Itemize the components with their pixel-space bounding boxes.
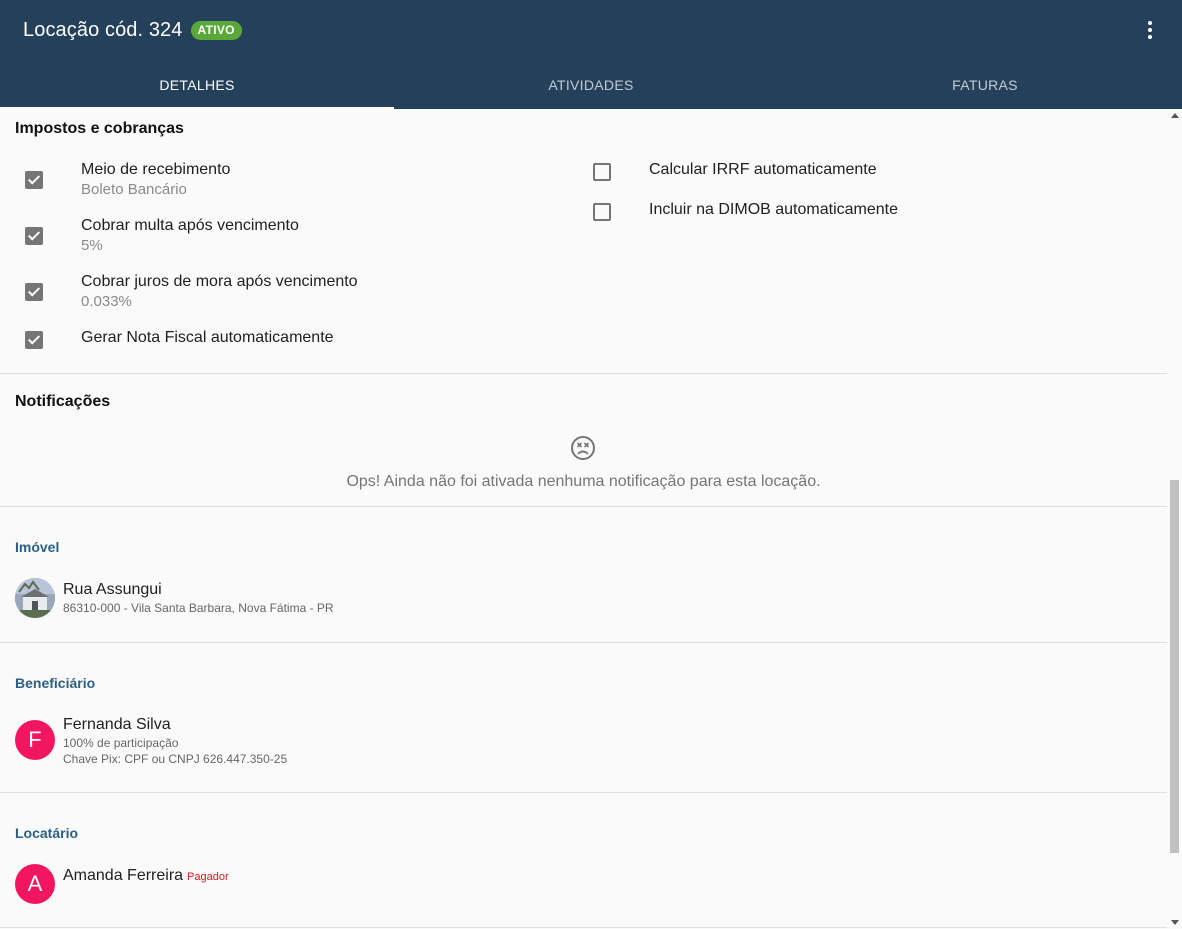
beneficiary-avatar[interactable]: F — [15, 720, 55, 760]
scroll-down-icon[interactable] — [1171, 920, 1179, 925]
multa-value: 5% — [81, 237, 103, 254]
tab-atividades[interactable]: ATIVIDADES — [394, 60, 788, 109]
more-vert-icon[interactable] — [1136, 16, 1164, 44]
tab-faturas[interactable]: FATURAS — [788, 60, 1182, 109]
status-badge: ATIVO — [190, 20, 242, 40]
property-name[interactable]: Rua Assungui — [63, 581, 162, 599]
juros-label: Cobrar juros de mora após vencimento — [81, 273, 358, 290]
property-photo[interactable] — [15, 578, 55, 618]
notifications-section-title: Notificações — [15, 393, 111, 410]
taxes-section-title: Impostos e cobranças — [15, 120, 184, 137]
divider — [0, 792, 1167, 793]
checkbox-multa[interactable] — [25, 227, 43, 245]
beneficiary-participation: 100% de participação — [63, 736, 179, 750]
property-photo-image — [15, 578, 55, 618]
divider — [0, 642, 1167, 643]
vertical-scrollbar[interactable] — [1167, 109, 1182, 929]
irrf-label: Calcular IRRF automaticamente — [649, 161, 877, 178]
tenant-avatar[interactable]: A — [15, 864, 55, 904]
title-row: Locação cód. 324 ATIVO — [23, 16, 242, 44]
meio-recebimento-value: Boleto Bancário — [81, 181, 187, 198]
app-bar: Locação cód. 324 ATIVO DETALHES ATIVIDAD… — [0, 0, 1182, 109]
tenant-section-title: Locatário — [15, 825, 79, 841]
checkbox-irrf[interactable] — [593, 163, 611, 181]
beneficiary-name[interactable]: Fernanda Silva — [63, 716, 171, 734]
menu-dot — [1148, 21, 1152, 25]
empty-notifications-message: Ops! Ainda não foi ativada nenhuma notif… — [346, 473, 821, 490]
nota-fiscal-label: Gerar Nota Fiscal automaticamente — [81, 329, 334, 346]
scroll-thumb[interactable] — [1170, 480, 1179, 853]
property-section-title: Imóvel — [15, 539, 60, 555]
property-address: 86310-000 - Vila Santa Barbara, Nova Fát… — [63, 601, 334, 615]
meio-recebimento-label: Meio de recebimento — [81, 161, 231, 178]
menu-dot — [1148, 35, 1152, 39]
tenant-name[interactable]: Amanda Ferreira — [63, 867, 183, 884]
checkbox-juros[interactable] — [25, 283, 43, 301]
beneficiary-section-title: Beneficiário — [15, 675, 96, 691]
tenant-name-row: Amanda Ferreira Pagador — [63, 867, 229, 885]
dimob-label: Incluir na DIMOB automaticamente — [649, 201, 898, 218]
tab-detalhes[interactable]: DETALHES — [0, 60, 394, 109]
multa-label: Cobrar multa após vencimento — [81, 217, 299, 234]
divider — [0, 927, 1167, 928]
checkbox-meio-recebimento[interactable] — [25, 171, 43, 189]
checkbox-nota-fiscal[interactable] — [25, 331, 43, 349]
checkbox-dimob[interactable] — [593, 203, 611, 221]
menu-dot — [1148, 28, 1152, 32]
tab-bar: DETALHES ATIVIDADES FATURAS — [0, 60, 1182, 109]
scroll-up-icon[interactable] — [1171, 113, 1179, 118]
pagador-tag: Pagador — [187, 871, 229, 883]
juros-value: 0.033% — [81, 293, 132, 310]
beneficiary-pix: Chave Pix: CPF ou CNPJ 626.447.350-25 — [63, 752, 288, 766]
divider — [0, 506, 1167, 507]
sad-face-icon — [571, 436, 595, 460]
divider — [0, 373, 1167, 374]
page-title: Locação cód. 324 — [23, 18, 183, 41]
main-content: Impostos e cobranças Meio de recebimento… — [0, 109, 1167, 929]
